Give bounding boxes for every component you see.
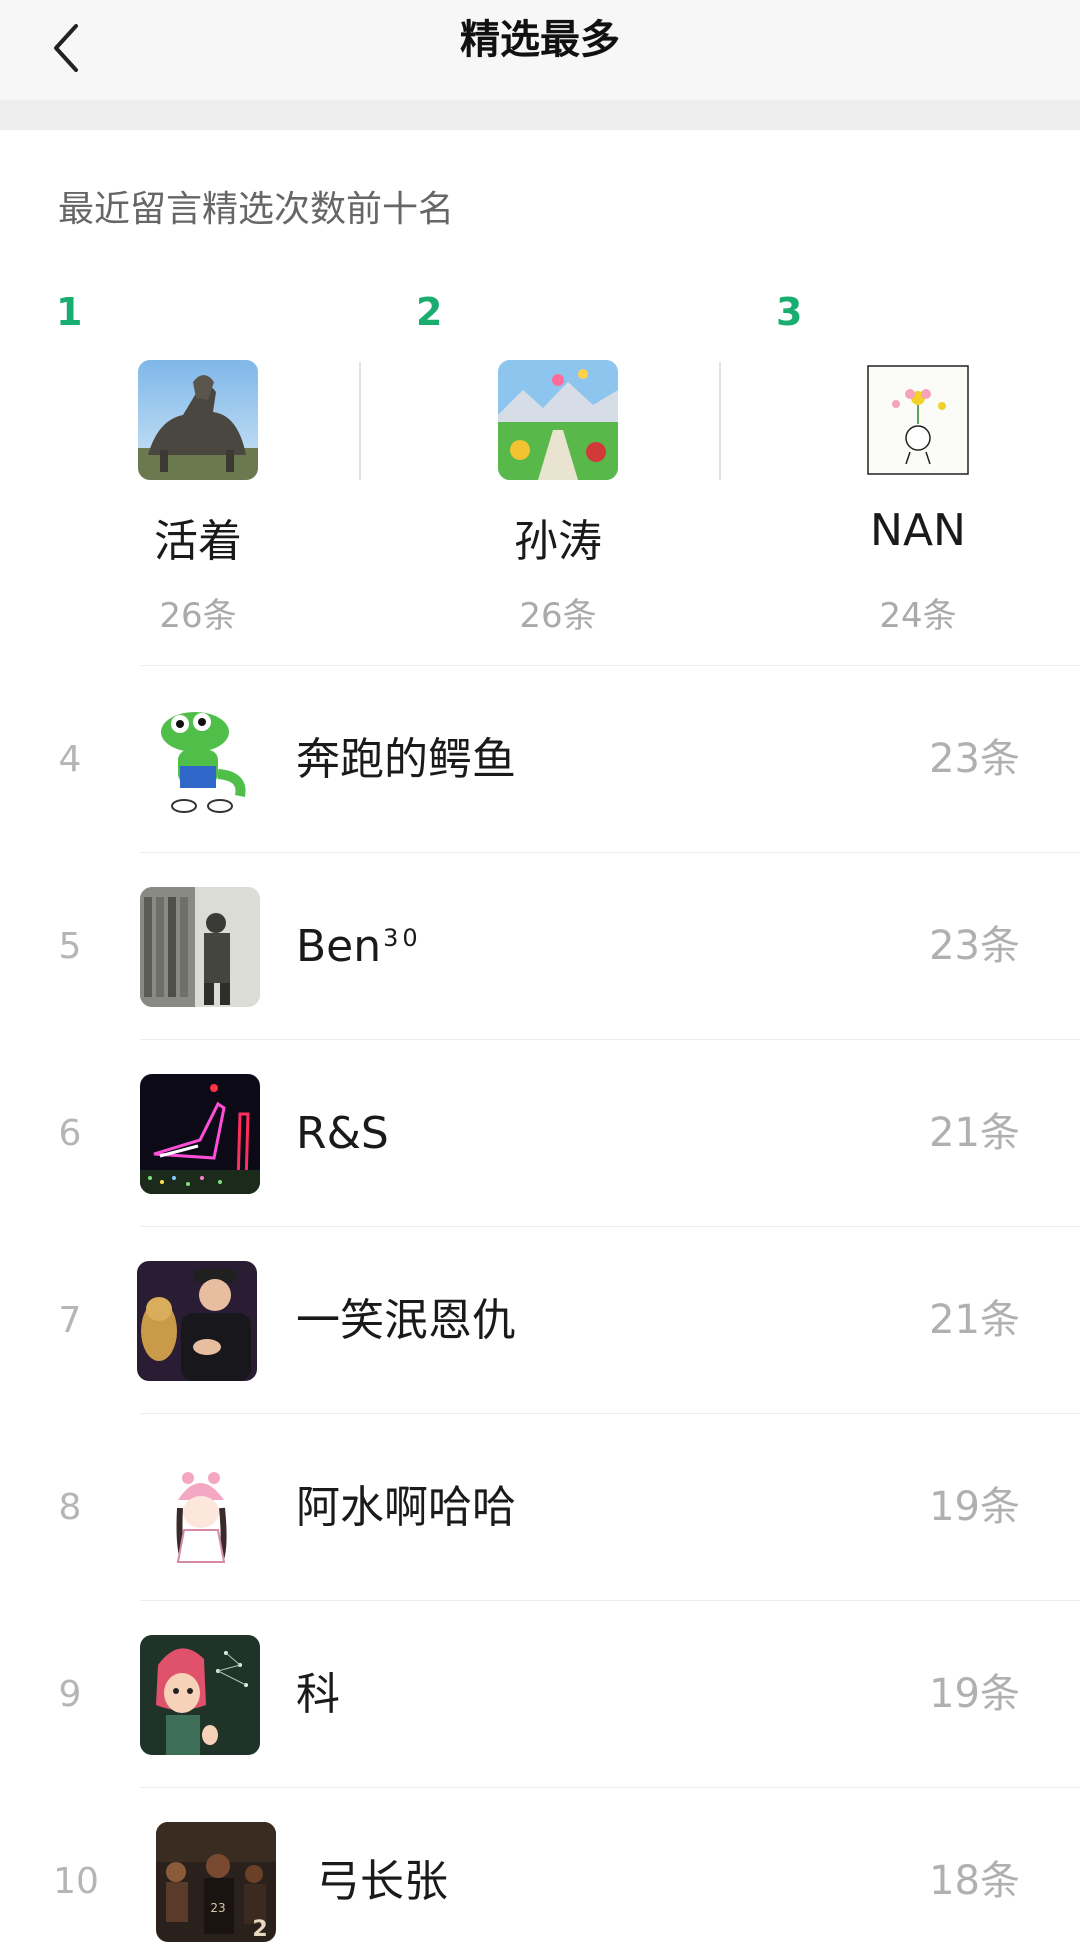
avatar: [140, 700, 260, 820]
selection-count: 23条: [929, 736, 1020, 782]
user-name: R&S: [296, 1108, 389, 1159]
podium-item-3[interactable]: 3 NAN 24条: [720, 290, 1080, 660]
selection-count: 19条: [929, 1671, 1020, 1717]
rank-number: 6: [58, 1113, 82, 1154]
user-name: NAN: [870, 505, 966, 556]
user-name: 活着: [154, 516, 242, 567]
list-item[interactable]: 6 R&S 21条: [0, 1040, 1080, 1227]
page-title: 精选最多: [460, 17, 620, 63]
avatar: [140, 1074, 260, 1194]
list-item[interactable]: 8 阿水啊哈哈 19条: [0, 1414, 1080, 1601]
selection-count: 21条: [929, 1297, 1020, 1343]
name-superscript: 30: [383, 924, 422, 952]
avatar: [140, 887, 260, 1007]
rank-number: 5: [58, 926, 82, 967]
avatar: [137, 1261, 257, 1381]
podium-item-2[interactable]: 2 孙涛 26条: [360, 290, 720, 660]
selection-count: 18条: [929, 1858, 1020, 1904]
user-name: 奔跑的鳄鱼: [296, 734, 516, 785]
rank-number: 7: [58, 1300, 82, 1341]
list-item[interactable]: 5 Ben30 23条: [0, 853, 1080, 1040]
podium-item-1[interactable]: 1 活着 26条: [0, 290, 360, 660]
user-name: 科: [296, 1669, 340, 1720]
top-three-podium: 1 活着 26条 2 孙涛 26条 3 NAN 24条: [0, 290, 1080, 660]
svg-text:2: 2: [252, 1917, 267, 1942]
user-name: 孙涛: [514, 516, 602, 567]
user-name: 阿水啊哈哈: [296, 1482, 516, 1533]
avatar: [858, 360, 978, 480]
user-name: 弓长张: [316, 1856, 448, 1907]
selection-count: 19条: [929, 1484, 1020, 1530]
rank-number: 4: [58, 739, 82, 780]
user-name: Ben30: [296, 921, 422, 972]
nav-bar: 精选最多: [0, 0, 1080, 100]
rank-number: 9: [58, 1674, 82, 1715]
avatar: [140, 1448, 260, 1568]
rank-number: 3: [776, 290, 803, 334]
selection-count: 26条: [519, 596, 597, 636]
rank-number: 10: [53, 1861, 99, 1902]
avatar: 23 2: [156, 1822, 276, 1942]
selection-count: 23条: [929, 923, 1020, 969]
selection-count: 24条: [879, 596, 957, 636]
svg-text:23: 23: [210, 1901, 225, 1915]
section-subtitle: 最近留言精选次数前十名: [58, 189, 455, 230]
list-item[interactable]: 7 一笑泯恩仇 21条: [0, 1227, 1080, 1414]
section-divider: [0, 100, 1080, 130]
selection-count: 21条: [929, 1110, 1020, 1156]
rank-number: 8: [58, 1487, 82, 1528]
rank-number: 1: [56, 290, 83, 334]
rank-number: 2: [416, 290, 443, 334]
avatar: [138, 360, 258, 480]
list-item[interactable]: 9 科 19条: [0, 1601, 1080, 1788]
avatar: [498, 360, 618, 480]
avatar: [140, 1635, 260, 1755]
user-name: 一笑泯恩仇: [296, 1295, 516, 1346]
list-item[interactable]: 10 23 2 弓长张 18条: [0, 1788, 1080, 1956]
selection-count: 26条: [159, 596, 237, 636]
list-item[interactable]: 4 奔跑的鳄鱼 23条: [0, 666, 1080, 853]
